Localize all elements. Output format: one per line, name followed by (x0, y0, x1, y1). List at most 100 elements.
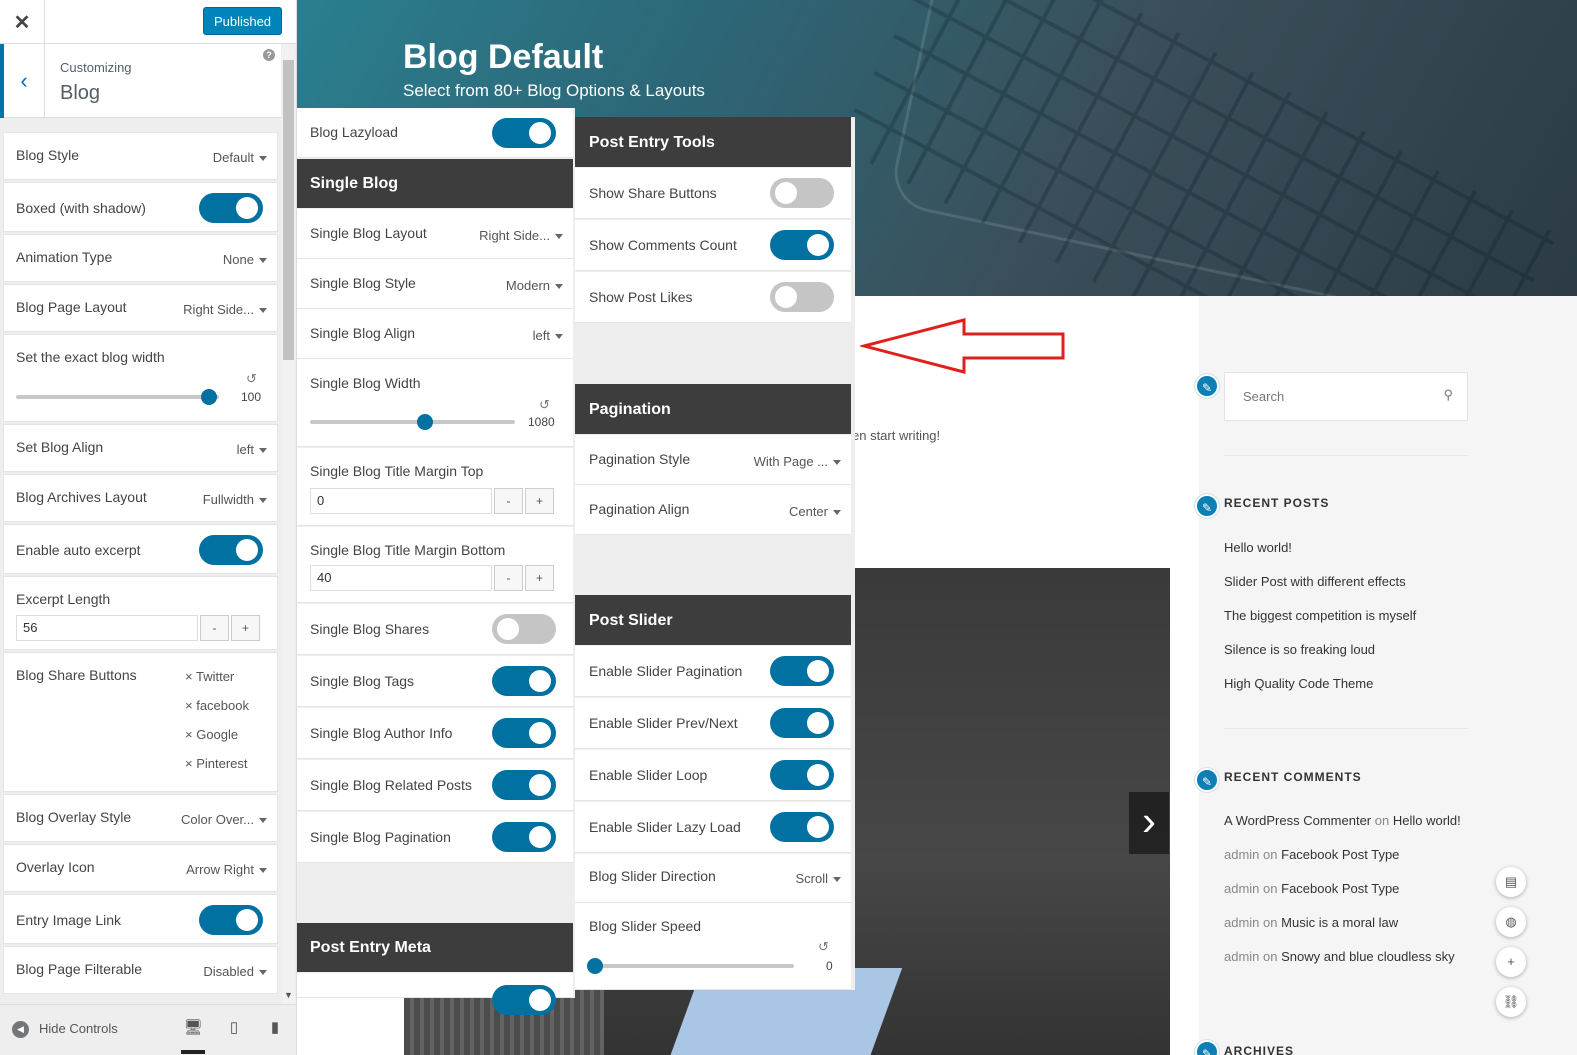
single-blog-pagination-toggle[interactable] (492, 822, 556, 852)
back-chevron-icon[interactable]: ‹ (0, 44, 45, 118)
single-blog-author-toggle[interactable] (492, 718, 556, 748)
single-blog-align-select[interactable]: left (533, 328, 563, 343)
archives-layout-select[interactable]: Fullwidth (203, 492, 267, 507)
auto-excerpt-toggle[interactable] (199, 535, 263, 565)
comment-author[interactable]: admin (1224, 915, 1259, 930)
search-icon[interactable]: ⚲ (1443, 387, 1453, 403)
show-share-buttons-toggle[interactable] (770, 178, 834, 208)
blog-lazyload-toggle[interactable] (492, 118, 556, 148)
blog-align-select[interactable]: left (237, 442, 267, 457)
recent-post-link[interactable]: The biggest competition is myself (1224, 608, 1416, 623)
recent-comment[interactable]: admin on Facebook Post Type (1224, 881, 1399, 896)
slider-prevnext-toggle[interactable] (770, 708, 834, 738)
share-item-facebook[interactable]: × facebook (185, 698, 249, 713)
recent-comment[interactable]: A WordPress Commenter on Hello world! (1224, 813, 1461, 828)
desktop-icon[interactable]: 🖥 (181, 1018, 205, 1054)
share-item-twitter[interactable]: × Twitter (185, 669, 234, 684)
document-icon[interactable]: ▤ (1496, 867, 1526, 897)
hide-controls-icon[interactable]: ◀ (12, 1021, 29, 1038)
help-icon[interactable]: ? (263, 49, 275, 61)
comment-post[interactable]: Facebook Post Type (1281, 847, 1399, 862)
slider-pagination-toggle[interactable] (770, 656, 834, 686)
slider-handle[interactable] (416, 414, 433, 430)
recent-post-link[interactable]: Hello world! (1224, 540, 1292, 555)
single-blog-tags-toggle[interactable] (492, 666, 556, 696)
show-comments-count-toggle[interactable] (770, 230, 834, 260)
search-input[interactable]: Search (1243, 389, 1284, 404)
close-icon[interactable]: ✕ (0, 0, 45, 44)
post-entry-meta-toggle[interactable] (492, 985, 556, 1015)
animation-type-label: Animation Type (16, 249, 113, 265)
recent-post-link[interactable]: High Quality Code Theme (1224, 676, 1373, 691)
increment-button[interactable]: + (525, 565, 554, 591)
link-icon[interactable]: ⛓ (1496, 987, 1526, 1017)
show-post-likes-toggle[interactable] (770, 282, 834, 312)
pagination-style-select[interactable]: With Page ... (754, 454, 841, 469)
recent-comment[interactable]: admin on Music is a moral law (1224, 915, 1398, 930)
slider-speed-slider[interactable] (595, 964, 794, 968)
pagination-style-label: Pagination Style (589, 451, 691, 467)
increment-button[interactable]: + (231, 615, 260, 641)
slider-lazy-toggle[interactable] (770, 812, 834, 842)
single-blog-layout-select[interactable]: Right Side... (479, 228, 563, 243)
tablet-icon[interactable]: ▯ (222, 1018, 246, 1036)
plus-icon[interactable]: + (1496, 947, 1526, 977)
comment-author[interactable]: admin (1224, 847, 1259, 862)
overlay-icon-select[interactable]: Arrow Right (186, 862, 267, 877)
title-margin-top-input[interactable]: 0 (310, 488, 492, 514)
slider-handle[interactable] (200, 389, 217, 405)
entry-image-link-toggle[interactable] (199, 905, 263, 935)
divider (1224, 455, 1468, 456)
edit-pencil-icon[interactable]: ✎ (1195, 494, 1219, 518)
globe-icon[interactable]: ◍ (1496, 907, 1526, 937)
decrement-button[interactable]: - (494, 488, 523, 514)
title-margin-bottom-input[interactable]: 40 (310, 565, 492, 591)
hide-controls-button[interactable]: Hide Controls (39, 1021, 118, 1036)
recent-comment[interactable]: admin on Facebook Post Type (1224, 847, 1399, 862)
mobile-icon[interactable]: ▮ (263, 1018, 287, 1036)
slider-next-icon[interactable]: › (1129, 792, 1169, 854)
increment-button[interactable]: + (525, 488, 554, 514)
recent-post-link[interactable]: Silence is so freaking loud (1224, 642, 1375, 657)
recent-post-link[interactable]: Slider Post with different effects (1224, 574, 1406, 589)
blog-style-select[interactable]: Default (213, 150, 267, 165)
overlay-style-select[interactable]: Color Over... (181, 812, 267, 827)
decrement-button[interactable]: - (200, 615, 229, 641)
slider-loop-toggle[interactable] (770, 760, 834, 790)
comment-post[interactable]: Hello world! (1393, 813, 1461, 828)
search-widget[interactable]: Search ⚲ (1224, 372, 1468, 421)
comment-author[interactable]: admin (1224, 949, 1259, 964)
decrement-button[interactable]: - (494, 565, 523, 591)
edit-pencil-icon[interactable]: ✎ (1195, 768, 1219, 792)
scrollbar-thumb[interactable] (283, 60, 294, 360)
reset-icon[interactable]: ↺ (246, 371, 257, 387)
recent-comment[interactable]: admin on Snowy and blue cloudless sky (1224, 949, 1455, 964)
comment-post[interactable]: Music is a moral law (1281, 915, 1398, 930)
single-blog-style-select[interactable]: Modern (506, 278, 563, 293)
single-blog-related-toggle[interactable] (492, 770, 556, 800)
single-blog-style-label: Single Blog Style (310, 275, 416, 291)
comment-author[interactable]: admin (1224, 881, 1259, 896)
share-item-google[interactable]: × Google (185, 727, 238, 742)
single-blog-shares-toggle[interactable] (492, 614, 556, 644)
slider-direction-select[interactable]: Scroll (795, 871, 841, 886)
reset-icon[interactable]: ↺ (539, 397, 550, 413)
comment-author[interactable]: A WordPress Commenter (1224, 813, 1371, 828)
boxed-toggle[interactable] (199, 193, 263, 223)
edit-pencil-icon[interactable]: ✎ (1195, 374, 1219, 398)
slider-handle[interactable] (587, 958, 603, 974)
single-blog-width-slider[interactable] (310, 420, 515, 424)
scroll-down-icon[interactable]: ▼ (284, 990, 293, 1000)
page-filterable-select[interactable]: Disabled (203, 964, 267, 979)
published-button[interactable]: Published (203, 7, 282, 35)
share-item-pinterest[interactable]: × Pinterest (185, 756, 248, 771)
blog-page-layout-select[interactable]: Right Side... (183, 302, 267, 317)
comment-post[interactable]: Snowy and blue cloudless sky (1281, 949, 1454, 964)
pagination-align-select[interactable]: Center (789, 504, 841, 519)
animation-type-select[interactable]: None (223, 252, 267, 267)
scrollbar[interactable] (282, 44, 295, 1004)
comment-post[interactable]: Facebook Post Type (1281, 881, 1399, 896)
blog-width-slider[interactable] (16, 395, 219, 399)
excerpt-length-input[interactable]: 56 (16, 615, 198, 641)
reset-icon[interactable]: ↺ (818, 939, 829, 955)
